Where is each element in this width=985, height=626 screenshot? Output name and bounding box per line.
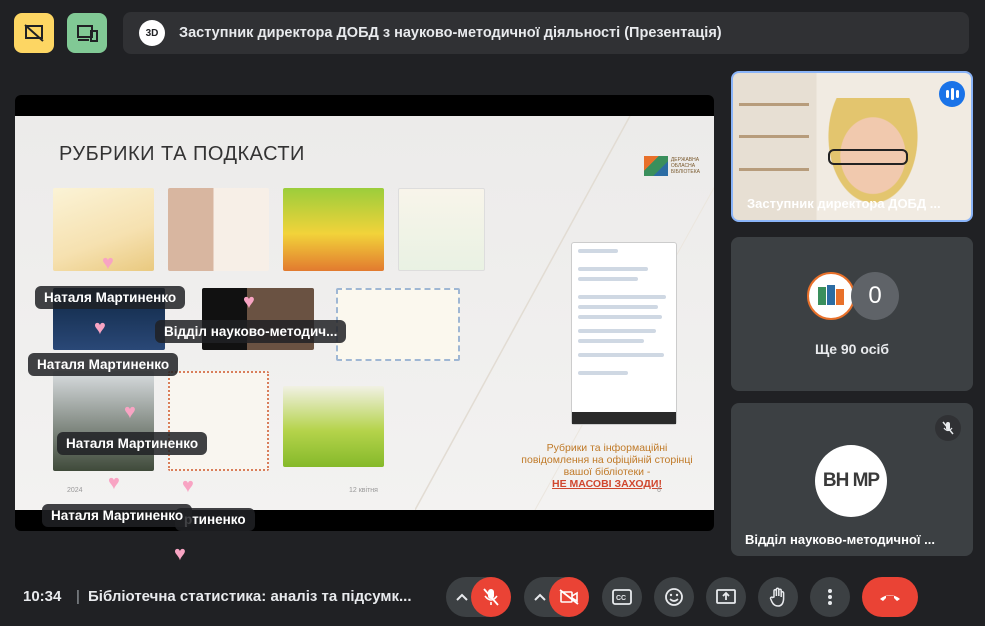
- slide-caption: Рубрики та інформаційні повідомлення на …: [517, 442, 697, 490]
- glasses: [828, 149, 908, 165]
- slide-thumbnail: [336, 288, 460, 361]
- library-logo-icon: [818, 285, 844, 305]
- chevron-up-icon: [534, 593, 546, 601]
- participant-name-tag: Відділ науково-методич...: [155, 320, 347, 343]
- more-vert-icon: [828, 589, 832, 605]
- presentation-stage: РУБРИКИ ТА ПОДКАСТИ ДЕРЖАВНА ОБЛАСНА БІБЛІ…: [15, 95, 714, 531]
- camera-toggle-button[interactable]: [549, 577, 589, 617]
- mic-off-icon: [483, 588, 499, 606]
- present-screen-icon: [716, 589, 736, 604]
- participant-name-tag: Наталя Мартиненко: [42, 504, 193, 527]
- slide-title: РУБРИКИ ТА ПОДКАСТИ: [59, 143, 305, 165]
- closed-captions-icon: CC: [612, 589, 632, 605]
- slide-thumbnail: [283, 386, 384, 467]
- caption-emph-text: НЕ МАСОВІ ЗАХОДИ: [552, 478, 659, 490]
- present-off-icon: [24, 24, 44, 42]
- slide-number: 6: [657, 487, 661, 494]
- presenter-avatar: 3D: [139, 20, 165, 46]
- slide-thumbnail: [53, 371, 154, 471]
- presenter-tile[interactable]: Заступник директора ДОБД ...: [731, 71, 973, 222]
- participant-name-tag: Наталя Мартиненко: [57, 432, 208, 455]
- emoji-icon: [665, 588, 683, 606]
- raise-hand-button[interactable]: [758, 577, 798, 617]
- present-screen-button[interactable]: [706, 577, 746, 617]
- devices-icon: [77, 25, 98, 42]
- more-options-button[interactable]: [810, 577, 850, 617]
- participant-name-tag: Наталя Мартиненко: [28, 353, 179, 376]
- department-avatar: ВН МР: [815, 445, 887, 517]
- slide-year: 2024: [67, 487, 83, 494]
- heart-reaction-icon: ♥: [124, 401, 136, 423]
- department-tile[interactable]: ВН МР Відділ науково-методичної ...: [731, 403, 973, 556]
- slide-thumbnail: [398, 188, 485, 271]
- heart-reaction-icon: ♥: [102, 252, 114, 274]
- participant-name-tag: Наталя Мартиненко: [35, 286, 186, 309]
- phone-screenshot: [571, 242, 677, 425]
- caption-emphasis: НЕ МАСОВІ ЗАХОДИ!: [517, 478, 697, 490]
- hand-icon: [769, 587, 785, 607]
- presentation-title-bar: 3D Заступник директора ДОБД з науково-ме…: [123, 12, 969, 54]
- heart-reaction-icon: ♥: [174, 543, 186, 565]
- library-avatar: [807, 272, 855, 320]
- speaking-indicator-icon: [939, 81, 965, 107]
- separator: |: [76, 588, 80, 605]
- department-name: Відділ науково-методичної ...: [745, 532, 935, 547]
- library-logo: ДЕРЖАВНА ОБЛАСНА БІБЛІОТЕКА: [644, 154, 700, 178]
- presentation-off-button[interactable]: [14, 13, 54, 53]
- chevron-up-icon: [456, 593, 468, 601]
- others-count: Ще 90 осіб: [814, 341, 890, 357]
- slide-thumbnail: [168, 371, 269, 471]
- presentation-title: Заступник директора ДОБД з науково-метод…: [179, 25, 722, 41]
- heart-reaction-icon: ♥: [182, 475, 194, 497]
- meeting-clock: 10:34: [23, 588, 62, 605]
- heart-reaction-icon: ♥: [243, 291, 255, 313]
- end-call-icon: [880, 595, 900, 601]
- heart-reaction-icon: ♥: [108, 472, 120, 494]
- meeting-title: Бібліотечна статистика: аналіз та підсум…: [88, 588, 412, 605]
- others-tile[interactable]: 0 Ще 90 осіб: [731, 237, 973, 391]
- slide-date: 12 квітня: [349, 487, 378, 494]
- mic-off-icon: [935, 415, 961, 441]
- svg-text:CC: CC: [616, 595, 626, 602]
- leave-call-button[interactable]: [862, 577, 918, 617]
- companion-mode-button[interactable]: [67, 13, 107, 53]
- reactions-button[interactable]: [654, 577, 694, 617]
- slide-thumbnail: [283, 188, 384, 271]
- camera-off-icon: [559, 589, 579, 605]
- presenter-name: Заступник директора ДОБД ...: [747, 196, 941, 211]
- slide-thumbnail: [168, 188, 269, 271]
- heart-reaction-icon: ♥: [94, 317, 106, 339]
- mic-toggle-button[interactable]: [471, 577, 511, 617]
- captions-button[interactable]: CC: [602, 577, 642, 617]
- participant-avatar: 0: [851, 272, 899, 320]
- caption-text: Рубрики та інформаційні повідомлення на …: [521, 442, 693, 478]
